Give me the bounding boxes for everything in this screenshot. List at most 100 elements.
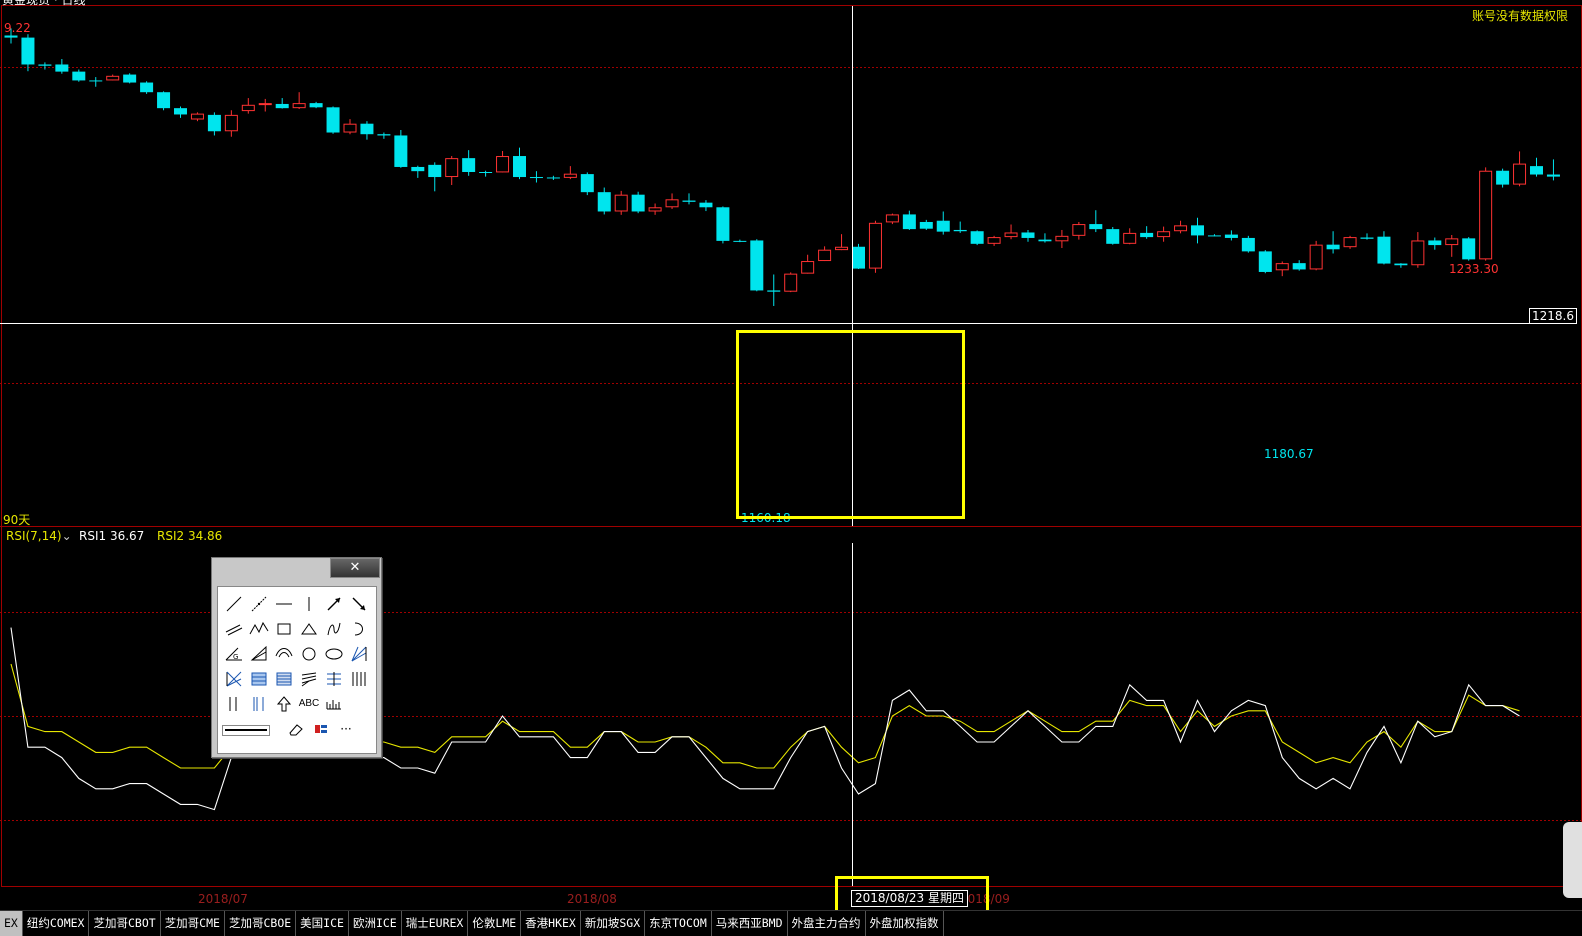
candle-body-down — [123, 74, 137, 83]
candle-body-down — [309, 103, 323, 108]
gann-fan-icon[interactable] — [247, 642, 271, 666]
market-tab[interactable]: 东京TOCOM — [645, 911, 712, 936]
close-button[interactable]: ✕ — [330, 558, 380, 578]
triangle-icon[interactable] — [297, 617, 321, 641]
candle-body-down — [716, 207, 730, 241]
candle-body-up — [343, 123, 357, 133]
candle-body-down — [157, 92, 171, 109]
zigzag-icon[interactable] — [247, 617, 271, 641]
ruler-icon[interactable] — [322, 692, 346, 716]
candle-body-down — [1191, 225, 1204, 236]
chart-title: 黄金现货 · 日线 — [2, 0, 86, 7]
up-arrow-icon[interactable] — [272, 692, 296, 716]
arrow-down-right-icon[interactable] — [347, 592, 371, 616]
circle-icon[interactable] — [297, 642, 321, 666]
candle-body-down — [411, 166, 425, 172]
candle-body-down — [89, 80, 103, 82]
candle-body-down — [1530, 166, 1543, 175]
candle-body-down — [1241, 237, 1255, 252]
high-price-label: 1233.30 — [1449, 262, 1499, 276]
candle-body-down — [394, 135, 408, 167]
market-tab[interactable]: 香港HKEX — [521, 911, 581, 936]
candle-body-down — [140, 82, 154, 93]
wave-icon[interactable] — [322, 617, 346, 641]
candle-body-down — [513, 156, 526, 178]
drawing-toolbox[interactable]: ✕ G ABC ··· — [211, 557, 382, 758]
candle-body-down — [326, 107, 340, 133]
candle-body-down — [1258, 251, 1272, 272]
candle-body-up — [614, 194, 628, 212]
ray-icon[interactable] — [247, 592, 271, 616]
fibonacci-levels-icon[interactable] — [272, 667, 296, 691]
cycle-lines-icon[interactable] — [222, 692, 246, 716]
market-tab[interactable]: 美国ICE — [296, 911, 349, 936]
indicator-name[interactable]: RSI(7,14) — [6, 529, 62, 543]
candle-body-down — [750, 240, 764, 291]
vertical-line-icon[interactable] — [297, 592, 321, 616]
candle-body-down — [1462, 238, 1476, 260]
color-picker-icon[interactable] — [309, 717, 333, 741]
candle-body-down — [1021, 232, 1035, 238]
fibonacci-retracement-icon[interactable] — [247, 667, 271, 691]
fibonacci-time-icon[interactable] — [247, 692, 271, 716]
candle-body-down — [72, 71, 86, 81]
candle-body-down — [1428, 240, 1442, 246]
candle-body-down — [1394, 263, 1408, 266]
speed-lines-icon[interactable] — [297, 667, 321, 691]
fibonacci-channel-icon[interactable] — [322, 667, 346, 691]
line-style-picker[interactable] — [222, 725, 270, 736]
candle-body-up — [1513, 163, 1527, 185]
eraser-icon[interactable] — [284, 717, 308, 741]
candle-body-down — [275, 103, 289, 109]
arrow-up-right-icon[interactable] — [322, 592, 346, 616]
close-icon[interactable]: ✕ — [350, 560, 361, 575]
market-tab[interactable]: 外盘主力合约 — [788, 911, 866, 936]
candle-body-up — [106, 75, 120, 81]
fibonacci-fan-icon[interactable] — [222, 667, 246, 691]
candle-body-down — [919, 221, 933, 229]
market-tab[interactable]: 马来西亚BMD — [712, 911, 788, 936]
angle-icon[interactable]: G — [222, 642, 246, 666]
market-tab[interactable]: 外盘加权指数 — [866, 911, 944, 936]
indicator-selector[interactable]: RSI(7,14)⌄ — [6, 529, 72, 543]
ellipse-icon[interactable] — [322, 642, 346, 666]
chevron-down-icon[interactable]: ⌄ — [62, 529, 72, 543]
candle-body-up — [1309, 244, 1323, 270]
candle-body-down — [1140, 232, 1154, 238]
market-tab[interactable]: EX — [0, 911, 23, 936]
market-tab[interactable]: 伦敦LME — [468, 911, 522, 936]
line-icon[interactable] — [222, 592, 246, 616]
candle-body-down — [1292, 263, 1306, 270]
candle-body-up — [1445, 238, 1459, 246]
market-tab[interactable]: 瑞士EUREX — [402, 911, 469, 936]
candle-body-down — [1038, 239, 1052, 242]
candle-body-up — [292, 103, 306, 109]
market-tab[interactable]: 新加坡SGX — [581, 911, 646, 936]
rectangle-icon[interactable] — [272, 617, 296, 641]
candle-body-down — [953, 229, 967, 232]
permission-notice: 账号没有数据权限 — [1471, 9, 1568, 23]
market-tab[interactable]: 芝加哥CME — [161, 911, 225, 936]
candle-body-down — [1089, 224, 1103, 230]
candlestick-series — [4, 28, 1560, 306]
market-tab[interactable]: 芝加哥CBOT — [89, 911, 161, 936]
horizontal-line-icon[interactable] — [272, 592, 296, 616]
arc-tool-icon[interactable] — [272, 642, 296, 666]
market-tab[interactable]: 芝加哥CBOE — [225, 911, 297, 936]
candle-body-up — [987, 237, 1001, 244]
market-tab[interactable]: 欧洲ICE — [349, 911, 402, 936]
parallel-lines-icon[interactable] — [222, 617, 246, 641]
time-lines-icon[interactable] — [347, 667, 371, 691]
arc-icon[interactable] — [347, 617, 371, 641]
candle-body-up — [1174, 225, 1188, 232]
vertical-scrollbar[interactable] — [1563, 822, 1582, 898]
candle-body-up — [868, 222, 882, 269]
text-icon[interactable]: ABC — [297, 692, 321, 716]
candle-body-up — [784, 273, 798, 292]
market-tab[interactable]: 纽约COMEX — [23, 911, 90, 936]
market-tab-bar: EX 纽约COMEX 芝加哥CBOT 芝加哥CME 芝加哥CBOE 美国ICE 欧洲ICE 瑞… — [0, 910, 1582, 936]
candle-body-down — [1326, 244, 1340, 250]
date-tick-2: 2018/08 — [567, 892, 617, 906]
fan-lines-icon[interactable] — [347, 642, 371, 666]
more-tools-button[interactable]: ··· — [334, 717, 358, 741]
